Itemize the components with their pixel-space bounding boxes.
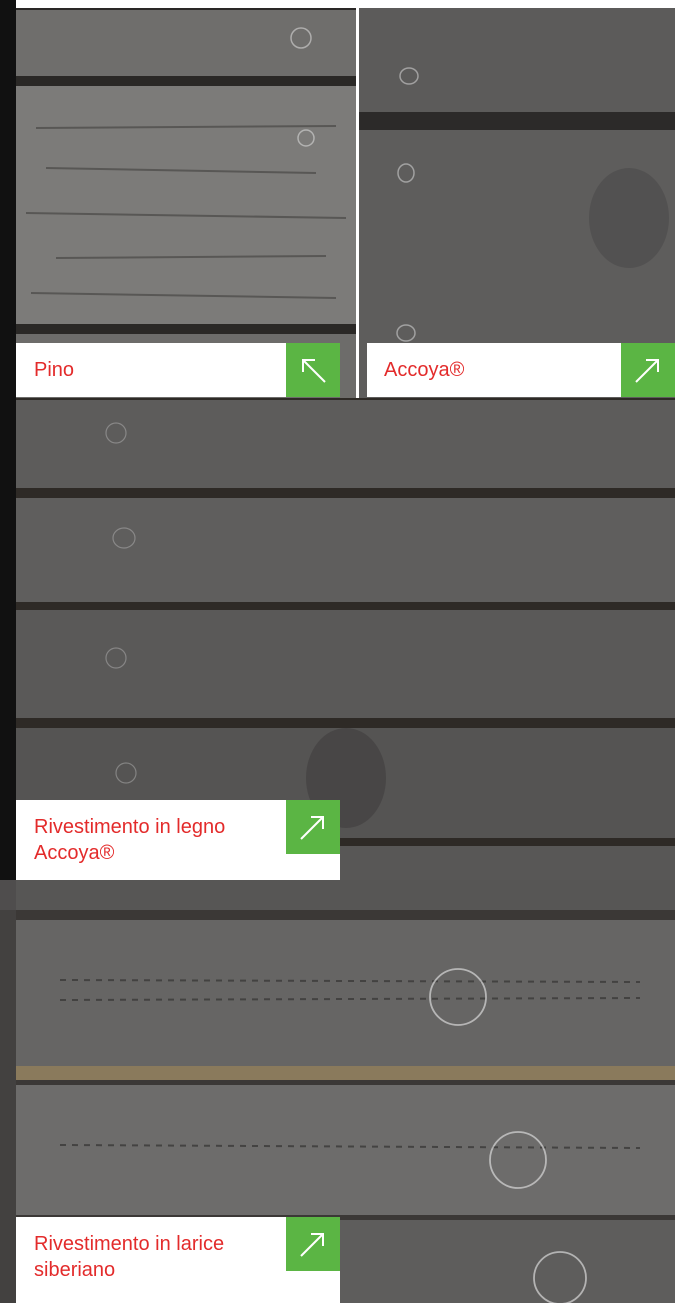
larch-open-button[interactable] [286,1217,340,1271]
arrow-up-right-icon [300,1233,324,1257]
pino-wood-image [16,8,356,398]
arrow-up-left-icon [302,359,326,383]
larch-label-line1: Rivestimento in larice [34,1233,225,1255]
larch-label-line2: siberiano [34,1259,116,1281]
tile-pino-photo[interactable] [16,8,356,398]
accoya-cladding-label-line1: Rivestimento in legno [34,816,226,838]
accoya-cladding-open-button[interactable] [286,800,340,854]
accoya-cladding-label-line2: Accoya® [34,842,115,864]
pino-open-button[interactable] [286,343,340,397]
tile-accoya-photo[interactable] [359,8,675,398]
wood-gallery: Pino Accoya® Rivestimento in legno Accoy… [0,0,675,1303]
accoya-open-button[interactable] [621,343,675,397]
arrow-up-right-icon [635,359,659,383]
accoya-label: Accoya® [384,359,465,381]
pino-label: Pino [34,359,75,381]
arrow-up-right-icon [300,816,324,840]
accoya-wood-image [359,8,675,398]
